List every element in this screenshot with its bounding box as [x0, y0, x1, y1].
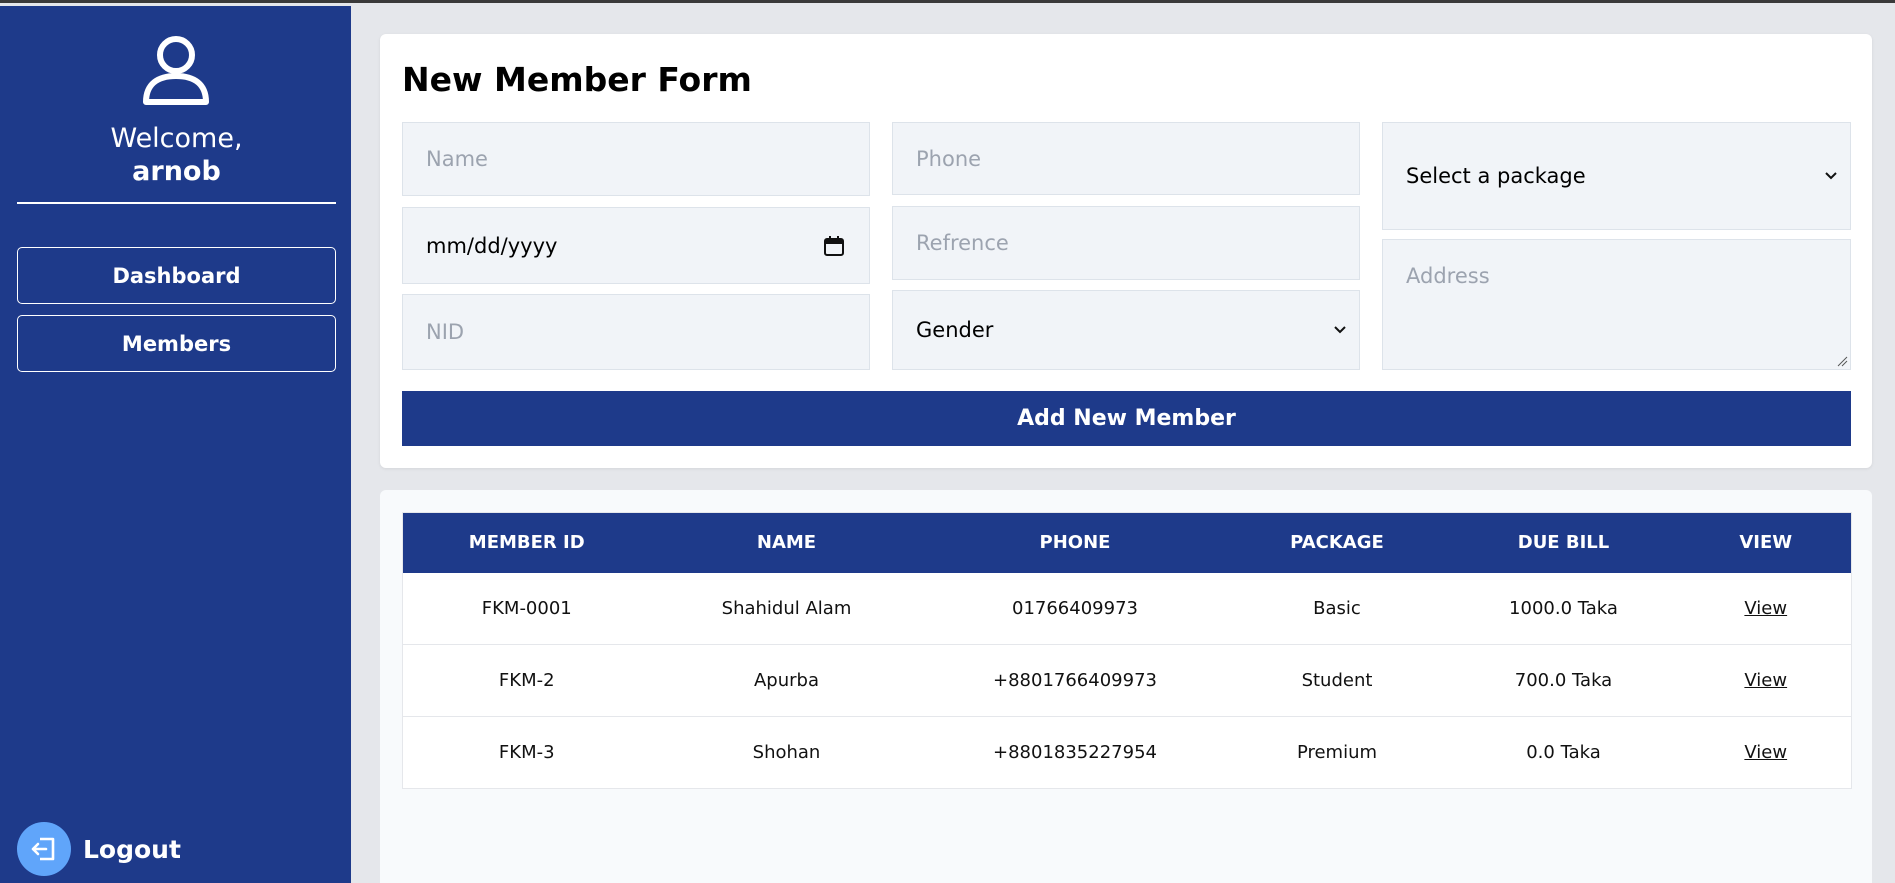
sidebar-item-dashboard[interactable]: Dashboard — [17, 247, 336, 304]
due-bill-cell: 0.0 Taka — [1526, 742, 1601, 763]
sidebar-divider — [17, 202, 336, 204]
due-bill-cell: 1000.0 Taka — [1509, 597, 1618, 619]
calendar-icon[interactable] — [823, 235, 845, 257]
logout-button[interactable]: Logout — [17, 822, 181, 876]
address-placeholder: Address — [1406, 264, 1490, 288]
header-due-bill: DUE BILL — [1517, 532, 1610, 554]
members-table: MEMBER ID NAME PHONE PACKAGE DUE BILL VI… — [402, 512, 1852, 789]
user-icon — [143, 36, 209, 105]
form-title: New Member Form — [402, 60, 752, 99]
address-textarea[interactable]: Address — [1382, 239, 1851, 370]
header-name: NAME — [756, 532, 817, 554]
member-id-cell: FKM-0001 — [481, 597, 572, 619]
name-placeholder: Name — [426, 147, 488, 171]
add-new-member-button[interactable]: Add New Member — [402, 391, 1851, 446]
member-id-cell: FKM-2 — [498, 670, 555, 691]
package-cell: Basic — [1313, 597, 1361, 619]
package-cell: Student — [1301, 670, 1373, 691]
gender-select[interactable]: Gender — [892, 290, 1360, 370]
phone-cell: +8801835227954 — [993, 742, 1157, 763]
nid-placeholder: NID — [426, 320, 465, 344]
date-placeholder: mm/dd/yyyy — [426, 233, 558, 258]
reference-placeholder: Refrence — [916, 231, 1009, 255]
table-row: FKM-2 Apurba +8801766409973 Student 700.… — [402, 645, 1852, 717]
package-cell: Premium — [1296, 742, 1378, 763]
view-link[interactable]: View — [1744, 598, 1787, 619]
phone-input[interactable]: Phone — [892, 122, 1360, 195]
name-cell: Apurba — [753, 670, 819, 691]
header-phone: PHONE — [1039, 532, 1111, 554]
view-cell: View — [1681, 573, 1852, 645]
name-cell: Shohan — [752, 742, 821, 763]
phone-cell: 01766409973 — [1012, 597, 1138, 619]
reference-input[interactable]: Refrence — [892, 206, 1360, 280]
sidebar-item-members[interactable]: Members — [17, 315, 336, 372]
package-selected: Select a package — [1406, 164, 1586, 188]
header-member-id: MEMBER ID — [468, 532, 585, 554]
welcome-label: Welcome, — [110, 123, 243, 154]
new-member-form: New Member Form Name mm/dd/yyyy NID Phon… — [380, 34, 1872, 468]
name-input[interactable]: Name — [402, 122, 870, 196]
sidebar: Welcome, arnob Dashboard Members Logout — [0, 6, 351, 883]
member-id-cell: FKM-3 — [498, 742, 555, 763]
logout-icon — [17, 822, 71, 876]
table-row: FKM-0001 Shahidul Alam 01766409973 Basic… — [402, 573, 1852, 645]
name-cell: Shahidul Alam — [721, 597, 852, 619]
chevron-down-icon — [1334, 326, 1346, 334]
username: arnob — [132, 156, 221, 187]
view-link[interactable]: View — [1744, 742, 1787, 763]
header-package: PACKAGE — [1290, 532, 1384, 554]
table-row: FKM-3 Shohan +8801835227954 Premium 0.0 … — [402, 717, 1852, 789]
members-table-card: MEMBER ID NAME PHONE PACKAGE DUE BILL VI… — [380, 490, 1872, 883]
welcome-message: Welcome, arnob — [17, 122, 336, 188]
due-bill-cell: 700.0 Taka — [1514, 670, 1613, 691]
table-header-row: MEMBER ID NAME PHONE PACKAGE DUE BILL VI… — [402, 512, 1852, 573]
package-select[interactable]: Select a package — [1382, 122, 1851, 230]
logout-label: Logout — [83, 834, 181, 864]
gender-selected: Gender — [916, 318, 994, 342]
chevron-down-icon — [1825, 172, 1837, 180]
view-cell: View — [1681, 717, 1852, 789]
view-cell: View — [1681, 645, 1852, 717]
resize-grip-icon[interactable] — [1836, 355, 1848, 367]
header-view: VIEW — [1739, 532, 1793, 554]
phone-placeholder: Phone — [916, 146, 982, 171]
nid-input[interactable]: NID — [402, 294, 870, 370]
date-input[interactable]: mm/dd/yyyy — [402, 207, 870, 284]
phone-cell: +8801766409973 — [993, 670, 1157, 691]
view-link[interactable]: View — [1744, 670, 1787, 691]
